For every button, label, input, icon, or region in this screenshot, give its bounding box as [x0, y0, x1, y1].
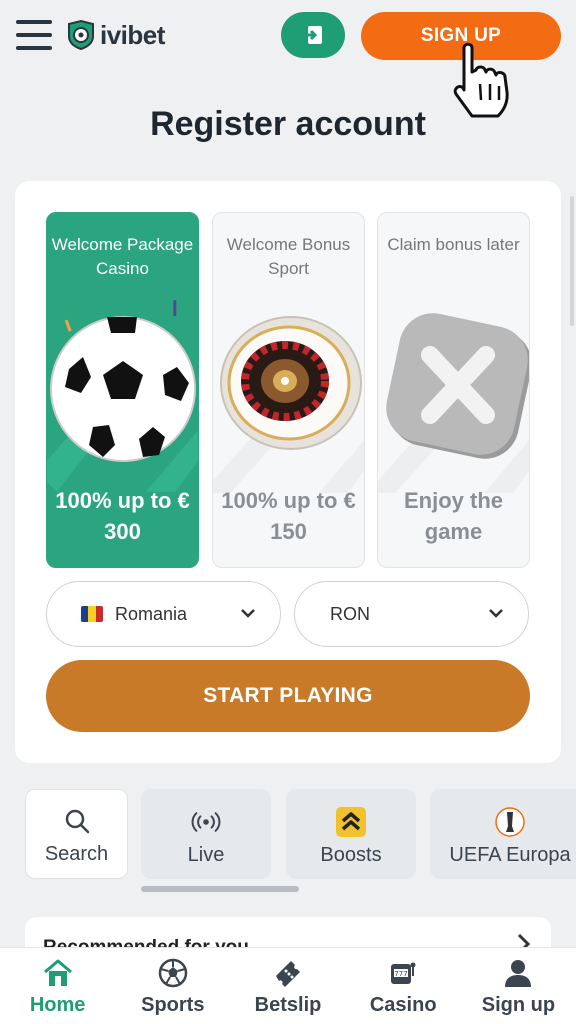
bonus-title: Claim bonus later: [387, 235, 520, 254]
quick-link-live[interactable]: Live: [141, 789, 271, 879]
bonus-value: 100% up to € 150: [221, 488, 356, 544]
quick-link-label: Boosts: [320, 844, 382, 866]
hamburger-menu-icon[interactable]: [16, 20, 52, 50]
start-playing-button[interactable]: START PLAYING: [46, 660, 530, 732]
nav-label: Betslip: [254, 994, 322, 1016]
quick-link-label: UEFA Europa: [449, 844, 571, 866]
quick-links-scrollbar[interactable]: [141, 886, 299, 892]
quick-link-label: Live: [187, 844, 225, 866]
uefa-europa-trophy-icon: [494, 806, 526, 838]
nav-label: Casino: [369, 994, 437, 1016]
bottom-navigation: Home Sports Betslip 777 Casino Sign up: [0, 947, 576, 1024]
chevron-down-icon: [489, 609, 503, 618]
page-title: Register account: [150, 105, 426, 143]
currency-select[interactable]: RON: [294, 581, 529, 647]
live-broadcast-icon: [190, 806, 222, 838]
chevron-down-icon: [241, 609, 255, 618]
quick-link-search[interactable]: Search: [25, 789, 128, 879]
ticket-icon: [271, 956, 305, 990]
login-button[interactable]: [281, 12, 345, 58]
nav-sign-up[interactable]: Sign up: [461, 948, 576, 1024]
close-x-icon: [386, 313, 529, 459]
roulette-wheel-icon: [220, 316, 362, 450]
brand-logo[interactable]: ivibet: [66, 18, 165, 52]
nav-casino[interactable]: 777 Casino: [346, 948, 461, 1024]
signup-button[interactable]: SIGN UP: [361, 12, 561, 60]
bonus-option-casino[interactable]: Welcome Package Casino 100% up to € 300: [46, 212, 199, 568]
bonus-title: Welcome Package Casino: [51, 235, 194, 278]
bonus-option-later[interactable]: Claim bonus later Enjoy the game: [377, 212, 530, 568]
nav-betslip[interactable]: Betslip: [230, 948, 345, 1024]
bonus-value: 100% up to € 300: [55, 488, 190, 544]
slot-machine-icon: 777: [386, 956, 420, 990]
soccer-ball-icon: [50, 316, 196, 462]
nav-label: Sports: [141, 994, 205, 1016]
home-icon: [41, 956, 75, 990]
top-header: ivibet SIGN UP: [0, 0, 576, 78]
boost-chevrons-icon: [335, 806, 367, 838]
login-enter-icon: [304, 26, 322, 44]
shield-ball-logo-icon: [68, 20, 94, 50]
currency-value: RON: [330, 603, 370, 624]
bonus-option-sport[interactable]: Welcome Bonus Sport 100% up to € 150: [212, 212, 365, 568]
ball-icon: [156, 956, 190, 990]
country-select[interactable]: Romania: [46, 581, 281, 647]
quick-link-uefa-europa[interactable]: UEFA Europa: [430, 789, 576, 879]
registration-card: Welcome Package Casino 100% up to € 300 …: [15, 181, 561, 763]
brand-name: ivibet: [100, 19, 165, 50]
search-icon: [61, 805, 93, 837]
bonus-title: Welcome Bonus Sport: [226, 235, 351, 278]
svg-text:777: 777: [395, 970, 408, 978]
user-icon: [501, 956, 535, 990]
nav-label: Home: [29, 994, 86, 1016]
bonus-value: Enjoy the game: [403, 488, 503, 544]
nav-home[interactable]: Home: [0, 948, 115, 1024]
romania-flag-icon: [81, 606, 103, 622]
page-scrollbar[interactable]: [570, 196, 574, 326]
nav-label: Sign up: [481, 994, 556, 1016]
quick-link-boosts[interactable]: Boosts: [286, 789, 416, 879]
nav-sports[interactable]: Sports: [115, 948, 230, 1024]
country-value: Romania: [115, 603, 188, 624]
quick-link-label: Search: [44, 843, 109, 865]
